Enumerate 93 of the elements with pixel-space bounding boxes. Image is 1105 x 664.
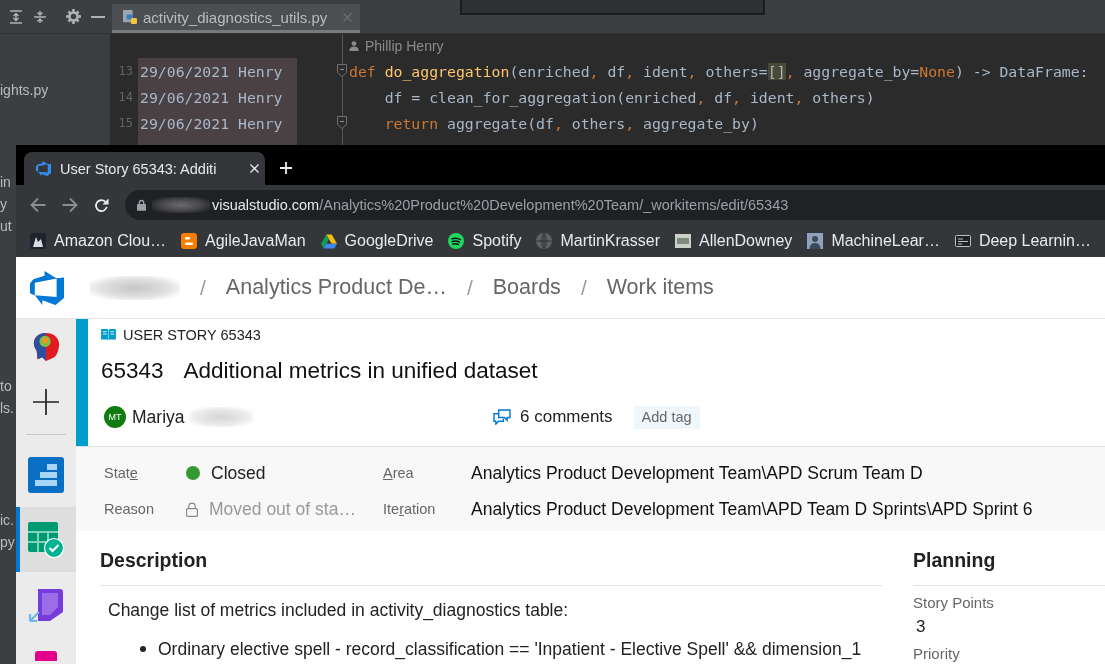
field-value[interactable]: 3 <box>916 617 926 637</box>
work-item-title[interactable]: Additional metrics in unified dataset <box>183 358 538 384</box>
breadcrumb-separator: / <box>466 275 473 300</box>
breadcrumb-link[interactable]: Work items <box>606 275 714 300</box>
code-line: return aggregate(df, others, aggregate_by) <box>383 114 759 132</box>
bullet-icon <box>140 646 146 652</box>
file-name-fragment[interactable]: to <box>0 375 12 397</box>
bookmark[interactable]: MartinKrasser <box>536 232 660 250</box>
line-number: 14 <box>118 90 133 104</box>
blurred-text <box>188 407 253 427</box>
list-item-text: Ordinary elective spell - record_classification == 'Inpatient - Elective Spell' && dimension_1 <box>158 638 862 660</box>
bar-chart-tile-icon <box>28 456 64 493</box>
image-tile-icon <box>30 233 46 249</box>
file-name-fragment[interactable]: ic. <box>0 509 14 531</box>
plus-icon[interactable] <box>280 162 292 174</box>
bookmark[interactable]: AgileJavaMan <box>181 232 306 250</box>
field-value[interactable]: Closed <box>211 462 266 484</box>
bookmark[interactable]: Spotify <box>448 232 522 250</box>
section-heading: Description <box>100 548 208 572</box>
tile-icon <box>35 651 57 661</box>
file-name-fragment[interactable]: y <box>0 193 7 215</box>
work-item-type: USER STORY 65343 <box>123 326 261 343</box>
blame-author: Henry <box>238 114 283 132</box>
circle-waves-icon <box>448 233 465 249</box>
address-bar[interactable]: visualstudio.com/Analytics%20Product%20Development%20Team/_workitems/edit/65343 <box>125 190 1105 220</box>
file-type-icon <box>123 10 137 24</box>
bookmark[interactable]: GoogleDrive <box>320 232 434 250</box>
browser-tab[interactable]: User Story 65343: Additi <box>24 152 265 185</box>
assignee-name[interactable]: Mariya <box>132 406 185 428</box>
nav-item[interactable] <box>16 507 76 572</box>
collapse-lines-icon[interactable] <box>33 9 47 24</box>
breadcrumb-separator: / <box>580 275 587 300</box>
author-hint[interactable]: Phillip Henry <box>365 38 444 54</box>
file-tab[interactable]: activity_diagnostics_utils.py <box>112 4 360 33</box>
file-name-fragment[interactable]: py <box>0 531 15 553</box>
file-name-fragment[interactable]: ights.py <box>0 79 49 101</box>
breadcrumb-link[interactable]: Analytics Product De… <box>225 275 447 300</box>
field-value[interactable]: Analytics Product Development Team\APD Scrum Team D <box>471 462 923 484</box>
add-tag-button[interactable]: Add tag <box>633 405 700 429</box>
file-name-fragment[interactable]: ut <box>0 215 12 237</box>
blame-author: Henry <box>238 62 283 80</box>
work-item-id: 65343 <box>101 358 164 384</box>
breadcrumb-link[interactable]: Boards <box>492 275 561 300</box>
field-label: Priority <box>913 646 960 661</box>
logo-icon[interactable] <box>30 270 64 305</box>
line-number: 15 <box>118 116 133 130</box>
globe-icon <box>536 233 553 249</box>
triangle-icon <box>320 233 337 249</box>
thumbnail-icon <box>675 234 691 248</box>
thumbnail-icon <box>807 233 824 249</box>
expand-lines-icon[interactable] <box>9 9 23 24</box>
plus-icon <box>33 388 59 415</box>
person-icon <box>349 41 359 51</box>
bookmark[interactable]: Deep Learnin… <box>954 232 1091 250</box>
reload-icon[interactable] <box>94 197 109 213</box>
section-heading: Planning <box>913 548 996 572</box>
bookmark[interactable]: AllenDowney <box>675 232 793 250</box>
blame-date: 29/06/2021 <box>140 88 230 106</box>
settings-icon[interactable] <box>66 9 81 24</box>
lock-icon <box>186 501 198 517</box>
minimize-icon[interactable] <box>91 15 105 18</box>
presentation-icon <box>954 235 971 247</box>
bookmark[interactable]: Amazon Clou… <box>30 232 167 250</box>
fold-marker-icon[interactable] <box>337 116 347 129</box>
comments-link[interactable]: 6 comments <box>520 407 613 427</box>
logo-icon <box>36 161 51 176</box>
grid-check-icon <box>28 521 64 558</box>
field-label: Area <box>383 465 414 481</box>
blame-date: 29/06/2021 <box>140 114 230 132</box>
blame-date: 29/06/2021 <box>140 62 230 80</box>
file-name-fragment[interactable]: ls. <box>0 397 14 419</box>
bookmark[interactable]: MachineLear… <box>807 232 940 250</box>
field-label: Iteration <box>383 501 436 517</box>
profile-head-icon <box>32 331 60 362</box>
field-value[interactable]: Analytics Product Development Team\APD Team D Sprints\APD Sprint 6 <box>471 498 1033 520</box>
field-label: Story Points <box>913 595 994 610</box>
speech-bubbles-icon <box>493 409 511 425</box>
line-number: 13 <box>118 64 133 78</box>
field-label: Reason <box>104 501 154 517</box>
book-icon <box>101 328 116 341</box>
blame-author: Henry <box>238 88 283 106</box>
arrow-tile-icon <box>28 586 64 623</box>
fold-marker-icon[interactable] <box>337 64 347 77</box>
blurred-text <box>152 197 210 213</box>
avatar: MT <box>104 406 126 428</box>
code-line: df = clean_for_aggregation(enriched, df, ident, others) <box>383 88 875 106</box>
breadcrumb-separator: / <box>200 275 206 300</box>
blog-tile-icon <box>181 233 198 249</box>
code-line: def do_aggregation(enriched, df, ident, others=[], aggregate_by=None) -> DataFrame: <box>349 62 1089 80</box>
field-label: State <box>104 465 138 481</box>
lock-icon <box>137 199 146 211</box>
description-text: Change list of metrics included in activity_diagnostics table: <box>108 600 569 620</box>
file-name-fragment[interactable]: in <box>0 171 11 193</box>
